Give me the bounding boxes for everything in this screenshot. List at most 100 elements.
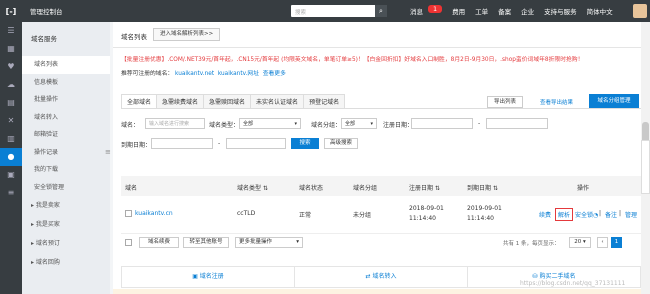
sidebar-item-email-verify[interactable]: 邮箱验证	[22, 126, 110, 144]
sidebar-group-preorder[interactable]: ▸ 域名预订	[22, 234, 110, 253]
search-icon[interactable]: ⌕	[375, 5, 387, 17]
nav-tickets[interactable]: 工单	[470, 6, 493, 16]
sidebar-item-domain-list[interactable]: 域名列表	[22, 56, 110, 74]
bulk-renew-button[interactable]: 域名续费	[139, 237, 179, 248]
tab-preregistered[interactable]: 预登记域名	[303, 94, 346, 109]
prev-page-button[interactable]: ‹	[597, 237, 608, 248]
message-badge: 1	[428, 5, 443, 13]
action-separator: |	[619, 210, 622, 217]
tab-divider	[121, 108, 641, 109]
sidebar-item-downloads[interactable]: 我的下载	[22, 161, 110, 179]
bulk-action-select[interactable]: 更多批量操作 ▾	[235, 237, 303, 248]
console-title[interactable]: 管理控制台	[30, 6, 63, 16]
recommend-link[interactable]: kuaikantv.网址	[218, 71, 259, 77]
search-button[interactable]: 搜索	[291, 138, 319, 149]
exp-time: 11:14:40	[467, 215, 494, 222]
sidebar: 域名服务 域名列表 信息模板 批量操作 域名转入 邮箱验证 操作记录 我的下载 …	[22, 22, 110, 294]
chart-icon[interactable]: ▥	[0, 130, 22, 148]
nav-messages[interactable]: 消息 1	[400, 5, 447, 16]
transfer-account-button[interactable]: 转至其他账号	[183, 237, 229, 248]
top-navbar: [-] 管理控制台 搜索 ⌕ 消息 1 费用 工单 备案 企业 支持与服务 简体中…	[0, 0, 650, 22]
heart-icon[interactable]: ♥	[0, 58, 22, 76]
manage-link[interactable]: 管理	[625, 210, 637, 219]
resolve-link[interactable]: 解析	[555, 208, 574, 221]
grid-icon[interactable]: ▦	[0, 40, 22, 58]
exp-date: 2019-09-01	[467, 205, 502, 212]
domain-group: 未分组	[353, 212, 372, 219]
logo-icon[interactable]: [-]	[0, 0, 22, 22]
transfer-in-link[interactable]: ⇄ 域名转入	[295, 267, 468, 287]
list-icon[interactable]: ≡	[0, 184, 22, 202]
domain-status: 正常	[299, 212, 312, 219]
reg-date-end[interactable]	[486, 118, 548, 129]
group-management-button[interactable]: 域名分组管理	[589, 94, 639, 108]
page-size-select[interactable]: 20 ▾	[569, 237, 591, 248]
menu-icon[interactable]: ☰	[0, 22, 22, 40]
sidebar-item-operation-log[interactable]: 操作记录	[22, 144, 110, 162]
col-reg-date[interactable]: 注册日期 ⇅	[409, 183, 440, 192]
select-all-checkbox[interactable]	[125, 239, 132, 246]
nav-support[interactable]: 支持与服务	[539, 6, 582, 16]
table-header: 域名 域名类型 ⇅ 域名状态 域名分组 注册日期 ⇅ 到期日期 ⇅ 操作	[121, 176, 641, 196]
server-icon[interactable]: ▤	[0, 94, 22, 112]
pager-summary: 共有 1 条，每页显示：	[503, 241, 560, 247]
row-checkbox[interactable]	[125, 210, 132, 217]
register-domain-link[interactable]: ▣ 域名注册	[122, 267, 295, 287]
sidebar-group-seller[interactable]: ▸ 我是卖家	[22, 196, 110, 215]
sidebar-item-templates[interactable]: 信息模板	[22, 74, 110, 92]
recommend-domains: 推荐可注册的域名： kuaikantv.net kuaikantv.网址 查看更…	[121, 71, 286, 77]
dns-list-button[interactable]: 进入域名解析列表>>	[153, 28, 221, 41]
tab-all-domains[interactable]: 全部域名	[121, 94, 157, 109]
col-exp-date[interactable]: 到期日期 ⇅	[467, 183, 498, 192]
nav-language[interactable]: 简体中文	[582, 6, 618, 16]
feedback-widget[interactable]	[641, 140, 650, 194]
sidebar-item-batch[interactable]: 批量操作	[22, 91, 110, 109]
database-icon[interactable]: ▣	[0, 166, 22, 184]
exp-date-start[interactable]	[151, 138, 213, 149]
renew-link[interactable]: 续费	[539, 210, 551, 219]
sidebar-group-buyer[interactable]: ▸ 我是买家	[22, 215, 110, 234]
export-result-link[interactable]: 查看导出结果	[540, 98, 573, 106]
tools-icon[interactable]: ✕	[0, 112, 22, 130]
group-select[interactable]: 全部 ▾	[341, 118, 377, 129]
col-type[interactable]: 域名类型 ⇅	[237, 183, 268, 192]
sidebar-item-security-lock[interactable]: 安全锁管理	[22, 179, 110, 197]
avatar[interactable]	[633, 4, 647, 18]
type-select[interactable]: 全部 ▾	[239, 118, 301, 129]
remark-link[interactable]: 备注	[605, 210, 617, 219]
export-list-button[interactable]: 导出列表	[487, 96, 524, 108]
tab-unverified[interactable]: 未实名认证域名	[250, 94, 304, 109]
sidebar-group-buyback[interactable]: ▸ 域名回购	[22, 253, 110, 272]
reg-date-sep: -	[478, 120, 481, 127]
nav-billing[interactable]: 费用	[447, 6, 470, 16]
bulk-action-bar: 域名续费 转至其他账号 更多批量操作 ▾ 共有 1 条，每页显示： 20 ▾ ‹ …	[121, 237, 641, 253]
col-actions: 操作	[577, 185, 590, 192]
tab-renew-urgent[interactable]: 急需续费域名	[156, 94, 204, 109]
action-separator: |	[599, 210, 602, 217]
reg-date-label: 注册日期：	[383, 122, 414, 129]
exp-date-end[interactable]	[226, 138, 286, 149]
advanced-search-button[interactable]: 高级搜索	[324, 138, 358, 149]
current-page[interactable]: 1	[611, 237, 622, 248]
sidebar-item-transfer-in[interactable]: 域名转入	[22, 109, 110, 127]
nav-enterprise[interactable]: 企业	[516, 6, 539, 16]
search-input[interactable]: 搜索	[291, 5, 383, 17]
globe-icon[interactable]: ●	[0, 148, 22, 166]
view-more-link[interactable]: 查看更多	[263, 71, 286, 77]
domain-search-input[interactable]: 输入域名进行搜索	[145, 118, 205, 129]
sidebar-collapse-handle[interactable]: ≡	[105, 148, 111, 162]
chevron-down-icon: ▾	[294, 121, 297, 127]
sort-icon: ⇅	[492, 185, 498, 192]
security-lock-link[interactable]: 安全锁◔	[575, 210, 598, 219]
sidebar-title: 域名服务	[31, 35, 57, 43]
promo-notice[interactable]: 【批量注册优惠】.COM/.NET39元/首年起，.CN15元/首年起 (均限英…	[121, 54, 583, 63]
domain-type: ccTLD	[237, 210, 256, 217]
cloud-icon[interactable]: ☁	[0, 76, 22, 94]
reg-date-start[interactable]	[411, 118, 473, 129]
recommend-link[interactable]: kuaikantv.net	[175, 71, 214, 77]
nav-icp[interactable]: 备案	[493, 6, 516, 16]
reg-time: 11:14:40	[409, 215, 436, 222]
domain-name-link[interactable]: kuaikantv.cn	[135, 210, 173, 217]
chevron-down-icon: ▾	[370, 121, 373, 127]
tab-redeem-urgent[interactable]: 急需赎回域名	[203, 94, 251, 109]
